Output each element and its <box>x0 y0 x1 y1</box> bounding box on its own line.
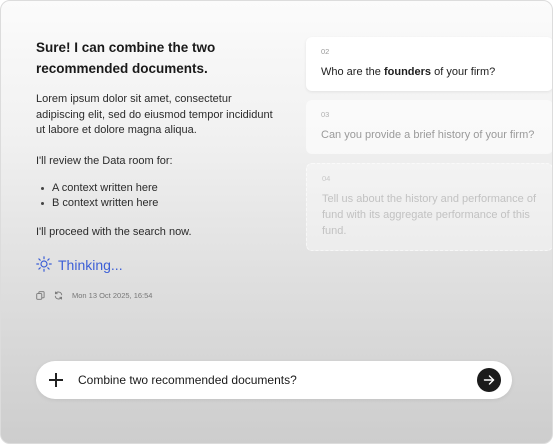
proceed-text: I'll proceed with the search now. <box>36 226 192 238</box>
question-text: Can you provide a brief history of your … <box>321 129 535 141</box>
question-text: Who are the founders of your firm? <box>321 66 496 78</box>
arrow-right-icon <box>483 375 495 385</box>
question-card[interactable]: 03 Can you provide a brief history of yo… <box>306 100 552 154</box>
refresh-icon[interactable] <box>54 290 63 300</box>
question-card[interactable]: 04 Tell us about the history and perform… <box>306 163 552 251</box>
list-item: B context written here <box>41 196 276 211</box>
context-list: A context written here B context written… <box>36 181 276 211</box>
chat-input[interactable]: Combine two recommended documents? <box>78 373 477 387</box>
chat-input-bar: Combine two recommended documents? <box>36 361 512 399</box>
sun-icon <box>36 255 52 275</box>
question-list: 02 Who are the founders of your firm? 03… <box>306 37 552 260</box>
message-meta: Mon 13 Oct 2025, 16:54 <box>36 291 276 300</box>
review-text: I'll review the Data room for: <box>36 154 173 167</box>
question-number: 03 <box>321 110 330 119</box>
thinking-indicator: Thinking... <box>36 255 276 275</box>
question-text: Tell us about the history and performanc… <box>322 193 537 237</box>
copy-icon[interactable] <box>36 290 45 300</box>
message-paragraph: Lorem ipsum dolor sit amet, consectetur … <box>36 93 273 136</box>
list-item: A context written here <box>41 181 276 196</box>
app-frame: Sure! I can combine the two recommended … <box>0 0 553 444</box>
timestamp: Mon 13 Oct 2025, 16:54 <box>72 290 153 300</box>
question-number: 04 <box>322 174 331 183</box>
message-heading: Sure! I can combine the two recommended … <box>36 40 216 76</box>
plus-icon[interactable] <box>49 373 63 387</box>
thinking-label: Thinking... <box>58 257 123 273</box>
send-button[interactable] <box>477 368 501 392</box>
assistant-message: Sure! I can combine the two recommended … <box>36 37 276 300</box>
question-card[interactable]: 02 Who are the founders of your firm? <box>306 37 552 91</box>
question-number: 02 <box>321 47 330 56</box>
